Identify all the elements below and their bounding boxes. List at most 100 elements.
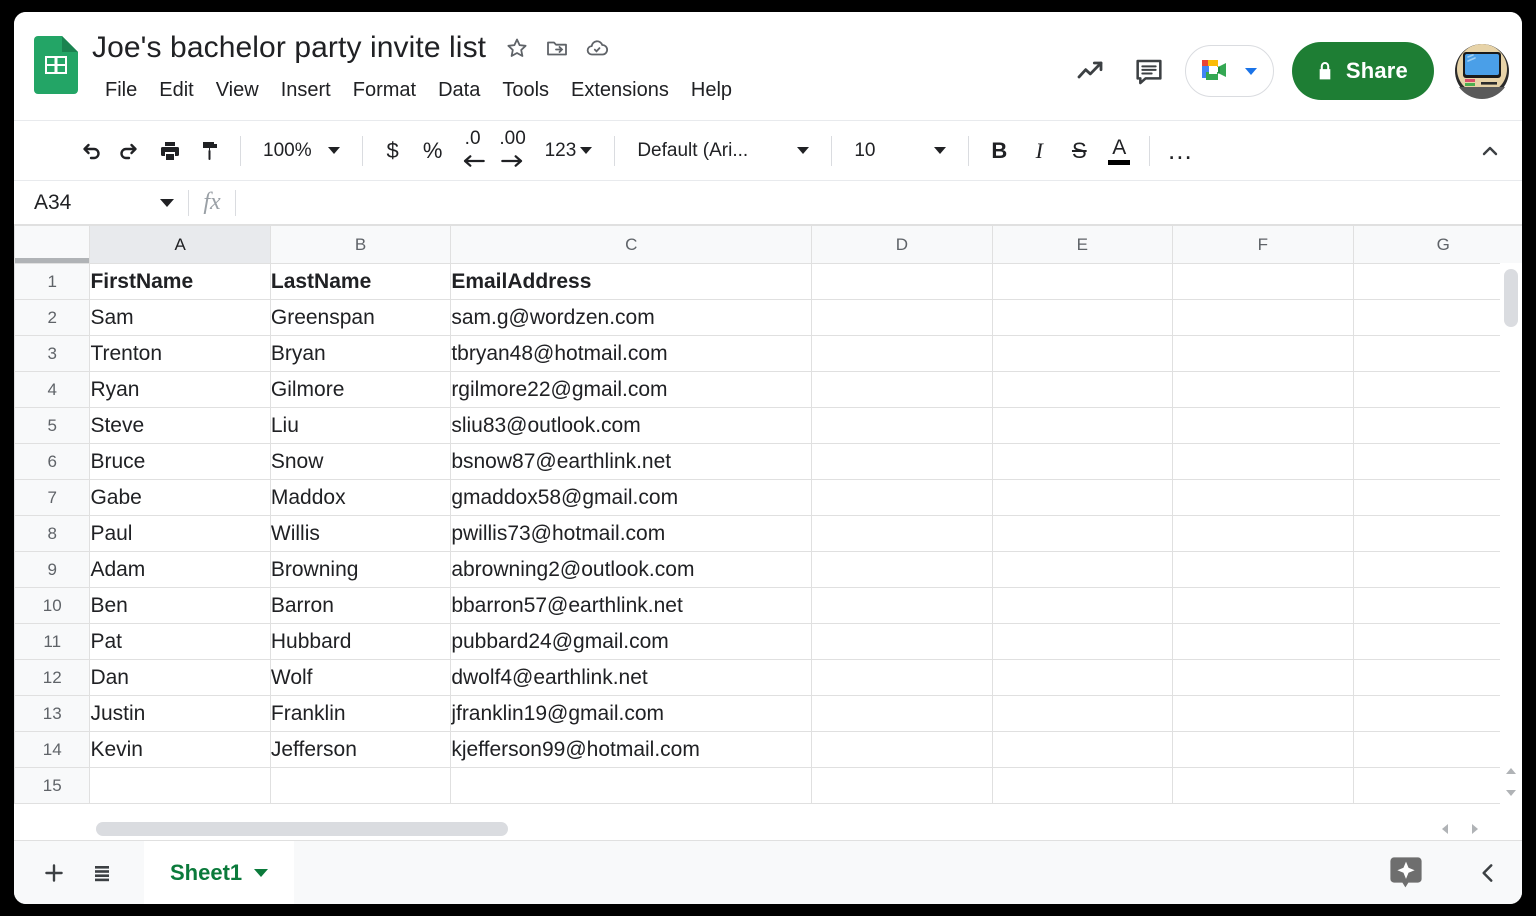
cell-A1[interactable]: FirstName (89, 263, 271, 300)
cell-G2[interactable] (1352, 299, 1522, 336)
cell-B8[interactable]: Willis (269, 515, 452, 552)
cell-E13[interactable] (991, 695, 1174, 732)
cell-A9[interactable]: Adam (89, 551, 271, 588)
cell-B4[interactable]: Gilmore (269, 371, 452, 408)
menu-item-insert[interactable]: Insert (270, 76, 342, 105)
column-header-f[interactable]: F (1172, 225, 1354, 264)
italic-button[interactable]: I (1019, 131, 1059, 171)
menu-item-format[interactable]: Format (342, 76, 427, 105)
column-header-e[interactable]: E (991, 225, 1174, 264)
row-header-7[interactable]: 7 (14, 479, 91, 516)
cell-C3[interactable]: tbryan48@hotmail.com (450, 335, 813, 372)
cell-E4[interactable] (991, 371, 1174, 408)
row-header-6[interactable]: 6 (14, 443, 91, 480)
row-header-11[interactable]: 11 (14, 623, 91, 660)
cell-E1[interactable] (991, 263, 1174, 300)
cell-F13[interactable] (1172, 695, 1354, 732)
cell-A8[interactable]: Paul (89, 515, 271, 552)
column-header-g[interactable]: G (1352, 225, 1522, 264)
cell-C7[interactable]: gmaddox58@gmail.com (450, 479, 813, 516)
cell-B13[interactable]: Franklin (269, 695, 452, 732)
sheet-tab-sheet1[interactable]: Sheet1 (144, 840, 295, 904)
decrease-decimal-button[interactable]: .0 (453, 129, 493, 171)
cell-G12[interactable] (1352, 659, 1522, 696)
row-header-5[interactable]: 5 (14, 407, 91, 444)
zoom-select[interactable]: 100% (251, 131, 352, 171)
cell-B12[interactable]: Wolf (269, 659, 452, 696)
cell-G6[interactable] (1352, 443, 1522, 480)
column-header-b[interactable]: B (269, 225, 452, 264)
cell-E14[interactable] (991, 731, 1174, 768)
cell-C9[interactable]: abrowning2@outlook.com (450, 551, 813, 588)
cell-A15[interactable] (89, 767, 271, 804)
number-format-select[interactable]: 123 (533, 131, 605, 171)
move-to-folder-icon[interactable] (544, 35, 570, 61)
cell-B15[interactable] (269, 767, 452, 804)
cell-C10[interactable]: bbarron57@earthlink.net (450, 587, 813, 624)
cell-G1[interactable] (1352, 263, 1522, 300)
cell-B14[interactable]: Jefferson (269, 731, 452, 768)
cell-A5[interactable]: Steve (89, 407, 271, 444)
vertical-scroll-thumb[interactable] (1504, 269, 1518, 327)
vertical-scrollbar[interactable] (1500, 263, 1522, 804)
cell-G4[interactable] (1352, 371, 1522, 408)
cell-F2[interactable] (1172, 299, 1354, 336)
cloud-saved-icon[interactable] (584, 35, 610, 61)
cell-D12[interactable] (811, 659, 993, 696)
cell-D4[interactable] (811, 371, 993, 408)
cell-D14[interactable] (811, 731, 993, 768)
cell-D10[interactable] (811, 587, 993, 624)
row-header-10[interactable]: 10 (14, 587, 91, 624)
menu-item-tools[interactable]: Tools (491, 76, 560, 105)
cell-G5[interactable] (1352, 407, 1522, 444)
cell-C2[interactable]: sam.g@wordzen.com (450, 299, 813, 336)
font-size-select[interactable]: 10 (842, 131, 958, 171)
formula-input[interactable] (236, 181, 1522, 224)
comment-icon[interactable] (1123, 45, 1175, 97)
horizontal-scroll-thumb[interactable] (96, 822, 508, 836)
bold-button[interactable]: B (979, 131, 1019, 171)
cell-E6[interactable] (991, 443, 1174, 480)
cell-D9[interactable] (811, 551, 993, 588)
share-button[interactable]: Share (1291, 42, 1434, 100)
cell-G7[interactable] (1352, 479, 1522, 516)
column-header-d[interactable]: D (811, 225, 993, 264)
chevron-left-icon[interactable] (1464, 849, 1512, 897)
cell-C1[interactable]: EmailAddress (450, 263, 813, 300)
explore-sparkle-icon[interactable] (1382, 849, 1430, 897)
cell-D13[interactable] (811, 695, 993, 732)
cell-F15[interactable] (1172, 767, 1354, 804)
document-title[interactable]: Joe's bachelor party invite list (92, 31, 490, 65)
cell-D1[interactable] (811, 263, 993, 300)
cell-A12[interactable]: Dan (89, 659, 271, 696)
cell-C11[interactable]: pubbard24@gmail.com (450, 623, 813, 660)
cell-F3[interactable] (1172, 335, 1354, 372)
cell-G3[interactable] (1352, 335, 1522, 372)
cell-F9[interactable] (1172, 551, 1354, 588)
select-all-corner[interactable] (14, 225, 91, 264)
menu-item-extensions[interactable]: Extensions (560, 76, 680, 105)
cell-A11[interactable]: Pat (89, 623, 271, 660)
percent-format-button[interactable]: % (413, 131, 453, 171)
cell-C13[interactable]: jfranklin19@gmail.com (450, 695, 813, 732)
column-header-c[interactable]: C (450, 225, 813, 264)
cell-E10[interactable] (991, 587, 1174, 624)
cell-E5[interactable] (991, 407, 1174, 444)
more-toolbar-options-button[interactable]: … (1160, 131, 1200, 171)
redo-icon[interactable] (110, 131, 150, 171)
sheets-logo-container[interactable] (24, 24, 88, 94)
cell-B5[interactable]: Liu (269, 407, 452, 444)
cell-D5[interactable] (811, 407, 993, 444)
star-icon[interactable] (504, 35, 530, 61)
google-meet-button[interactable] (1184, 45, 1274, 97)
cell-A14[interactable]: Kevin (89, 731, 271, 768)
name-box[interactable]: A34 (14, 181, 188, 224)
cell-C12[interactable]: dwolf4@earthlink.net (450, 659, 813, 696)
row-header-13[interactable]: 13 (14, 695, 91, 732)
cell-F4[interactable] (1172, 371, 1354, 408)
cell-D8[interactable] (811, 515, 993, 552)
menu-item-data[interactable]: Data (427, 76, 491, 105)
menu-item-edit[interactable]: Edit (148, 76, 204, 105)
cell-G8[interactable] (1352, 515, 1522, 552)
cell-D7[interactable] (811, 479, 993, 516)
